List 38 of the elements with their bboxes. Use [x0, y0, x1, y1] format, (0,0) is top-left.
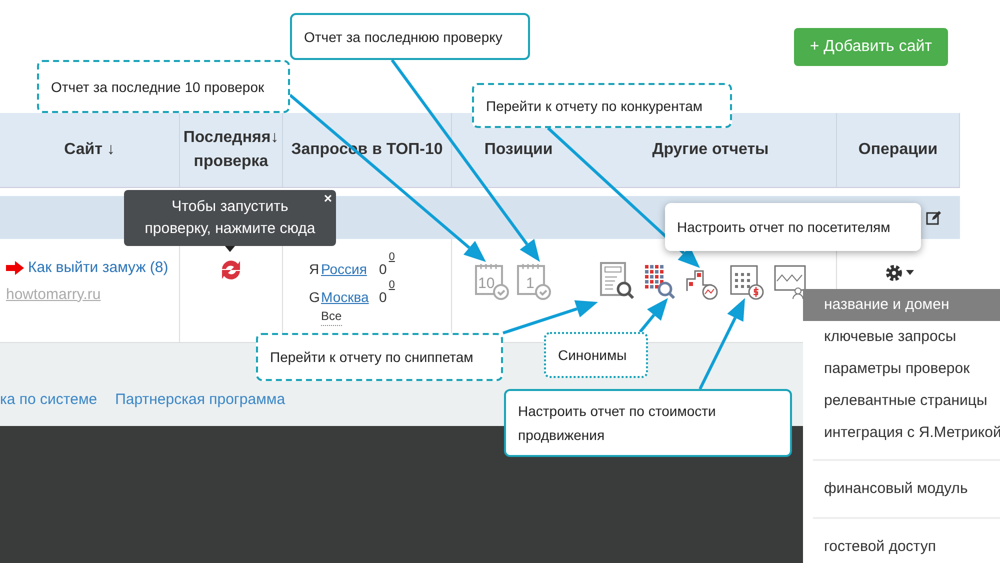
document-search-icon[interactable]: [599, 261, 635, 301]
column-header[interactable]: Операции: [858, 138, 938, 162]
menu-item[interactable]: название и домен: [803, 289, 1000, 321]
region-link[interactable]: Москва: [321, 287, 379, 308]
callout-text: Настроить отчет по посетителям: [677, 218, 890, 237]
menu-item[interactable]: релевантные страницы: [803, 385, 1000, 417]
right-arrow-icon: [6, 261, 24, 276]
callout-text: Отчет за последнюю проверку: [304, 28, 502, 47]
search-engine-letter: G: [309, 288, 321, 307]
menu-item[interactable]: финансовый модуль: [813, 473, 1000, 505]
menu-item[interactable]: интеграция с Я.Метрикой: [803, 417, 1000, 449]
callout-text: Перейти к отчету по сниппетам: [270, 348, 474, 367]
column-header[interactable]: Последняя↓ проверка: [183, 126, 279, 174]
count-change: 0: [388, 278, 395, 293]
count-change: 0: [388, 250, 395, 265]
menu-item[interactable]: ключевые запросы: [803, 321, 1000, 353]
site-link[interactable]: Как выйти замуж (8): [28, 257, 168, 280]
region-link[interactable]: Россия: [321, 259, 379, 280]
callout-text: Перейти к отчету по конкурентам: [486, 96, 702, 116]
query-count: 0: [379, 288, 387, 307]
caret-icon: [906, 270, 914, 276]
pointer-arrow: [638, 298, 668, 333]
tooltip-pointer: [225, 246, 235, 252]
query-count: 0: [379, 260, 387, 279]
column-header[interactable]: Другие отчеты: [652, 138, 769, 162]
menu-item[interactable]: гостевой доступ: [813, 531, 1000, 563]
callout-text: Синонимы: [558, 346, 627, 365]
tooltip-text: Чтобы запустить проверку, нажмите сюда: [144, 197, 316, 239]
menu-item[interactable]: параметры проверок: [803, 353, 1000, 385]
search-engine-letter: Я: [309, 260, 320, 279]
close-button[interactable]: ×: [324, 190, 332, 206]
callout-text: Настроить отчет по стоимости продвижения: [518, 402, 717, 445]
callout-text: Отчет за последние 10 проверок: [51, 78, 264, 97]
all-link[interactable]: Все: [321, 307, 342, 326]
edit-icon[interactable]: [926, 210, 942, 226]
column-header[interactable]: Сайт ↓: [64, 138, 115, 162]
gear-icon: [884, 263, 904, 283]
column-header[interactable]: Позиции: [484, 138, 553, 162]
